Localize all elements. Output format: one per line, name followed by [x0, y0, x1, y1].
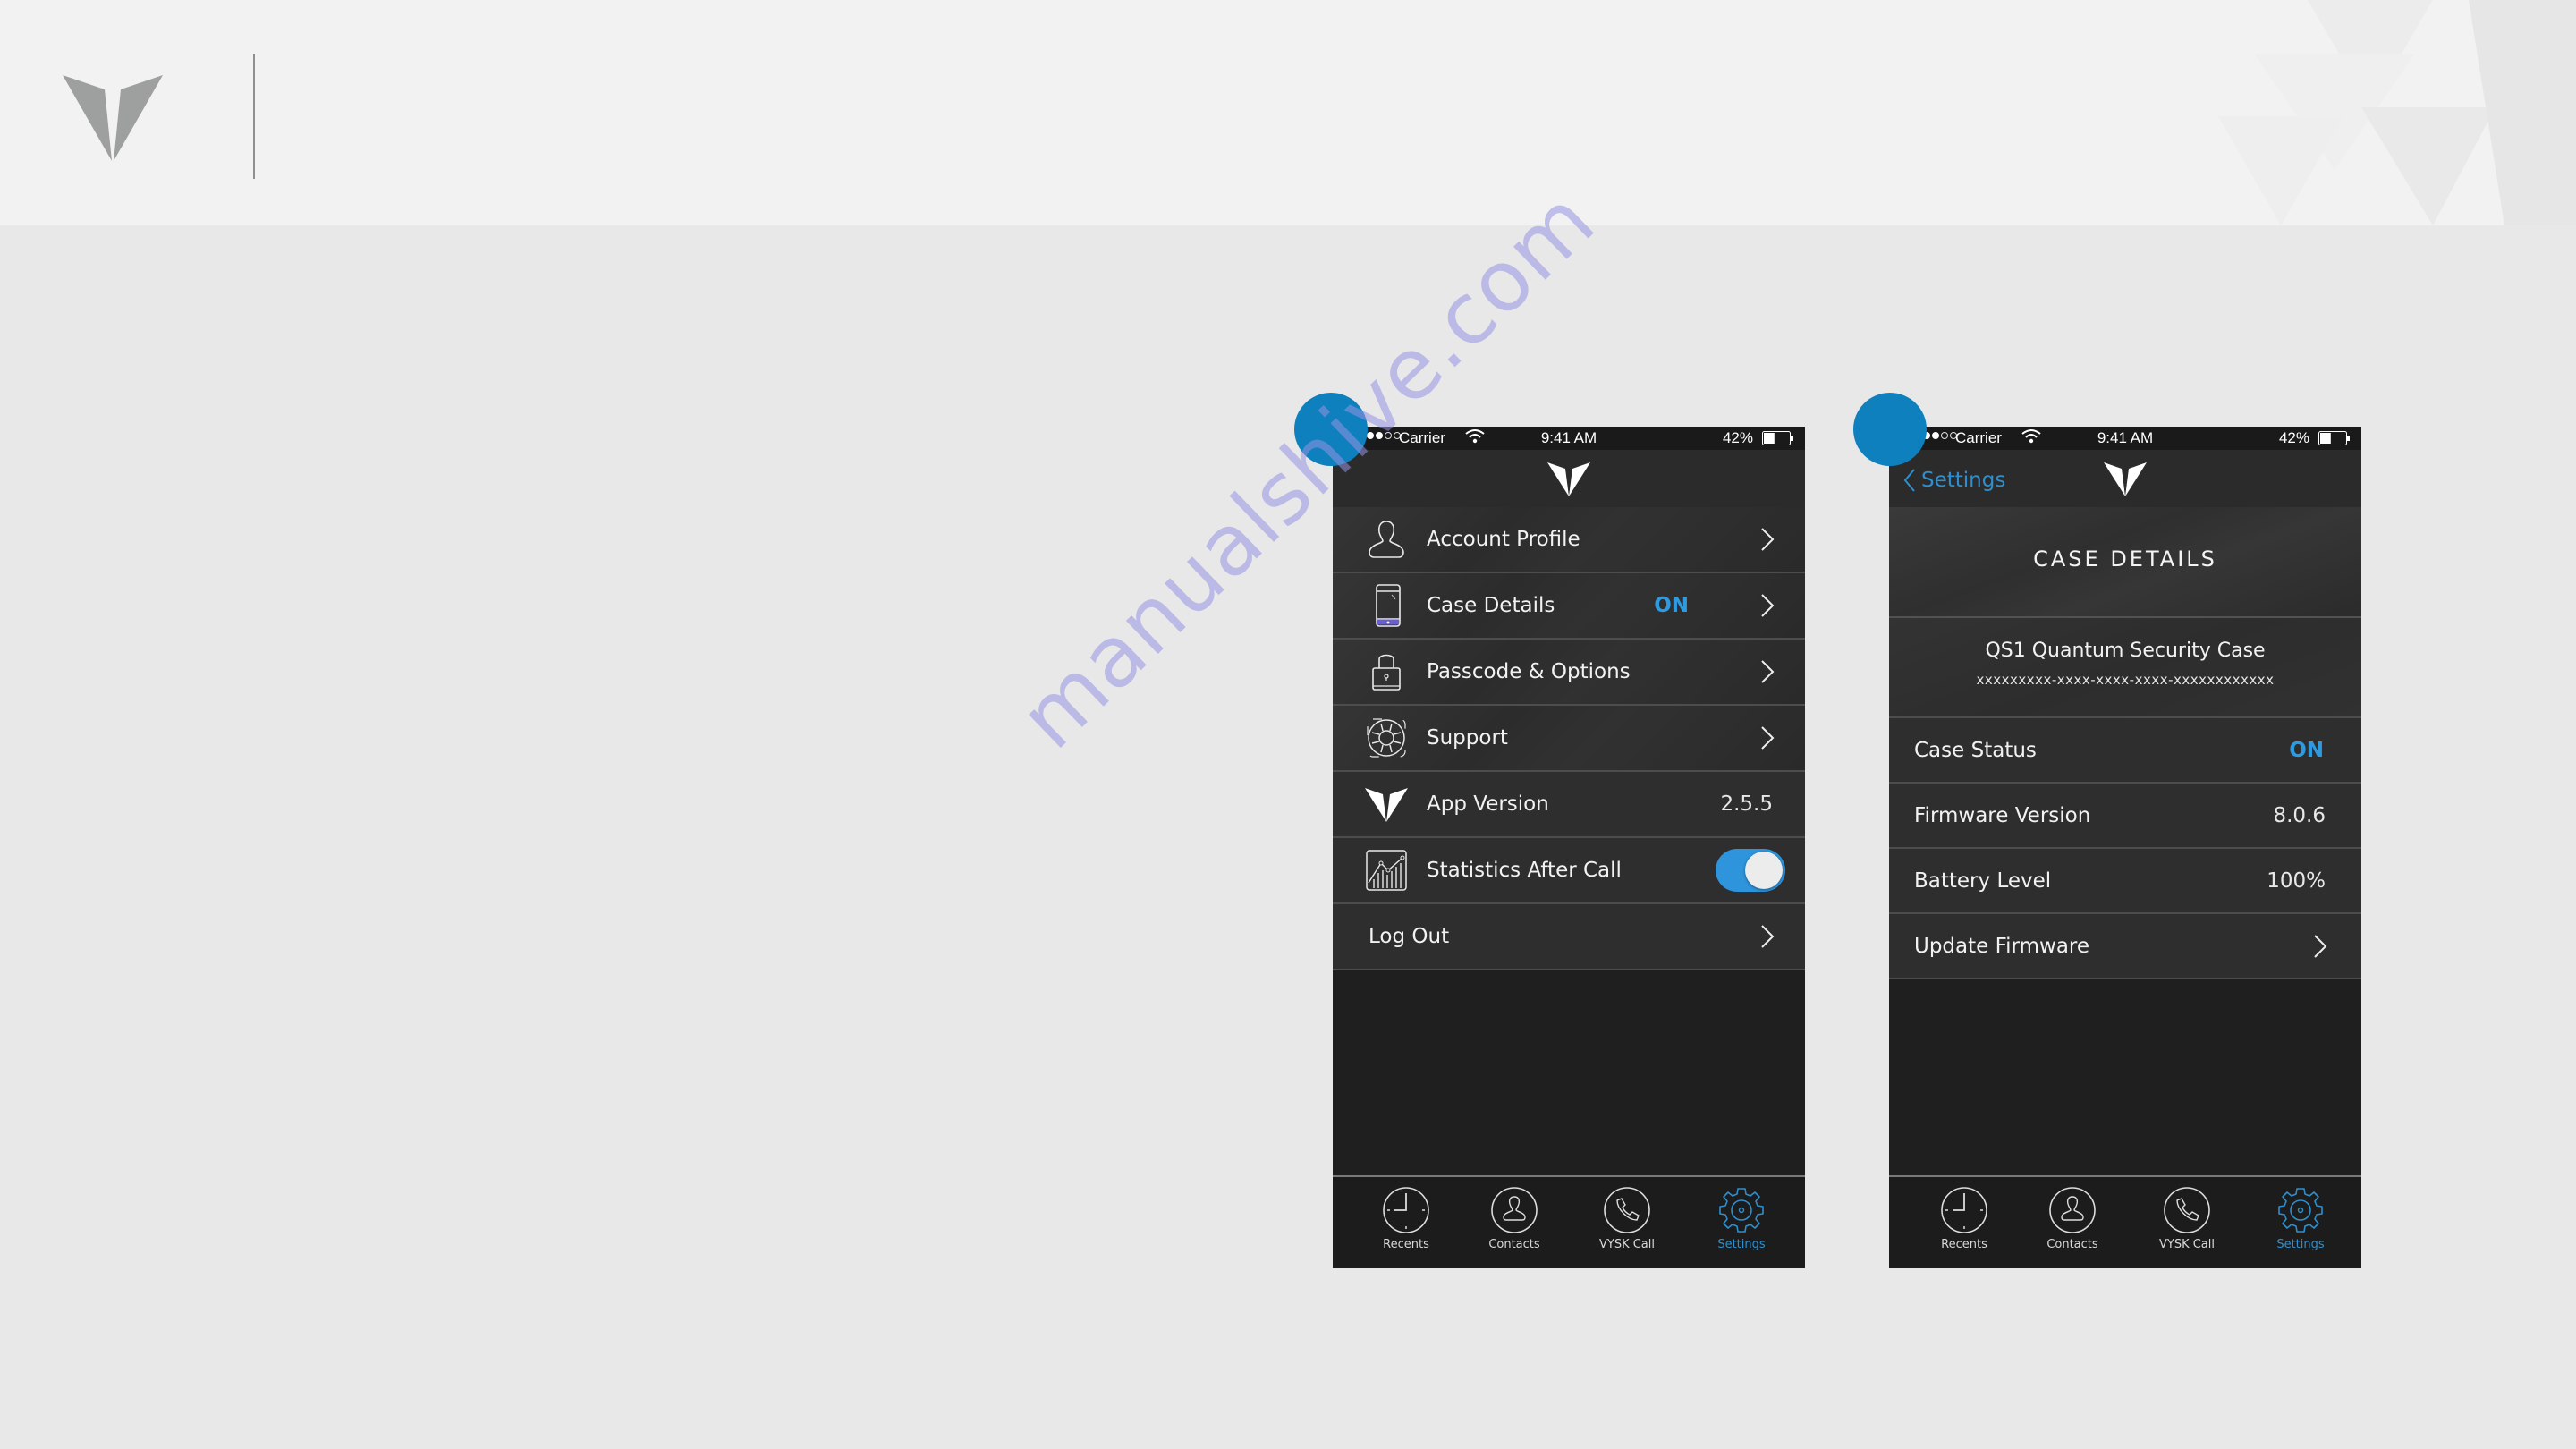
- tab-label: VYSK Call: [2158, 1238, 2215, 1251]
- row-label: Update Firmware: [1914, 934, 2090, 958]
- clock-icon: [1941, 1187, 1987, 1233]
- case-status-value: ON: [2289, 738, 2324, 762]
- case-info-card: QS1 Quantum Security Case xxxxxxxxx-xxxx…: [1889, 618, 2361, 718]
- toggle-knob: [1745, 852, 1783, 889]
- battery-percent: 42%: [1722, 429, 1753, 446]
- row-label: Statistics After Call: [1427, 859, 1622, 882]
- app-version-value: 2.5.5: [1720, 792, 1773, 816]
- chevron-right-icon: [1761, 594, 1775, 617]
- settings-row-app-version: App Version 2.5.5: [1333, 772, 1805, 838]
- top-banner: [0, 0, 2576, 225]
- chart-icon: [1366, 850, 1407, 891]
- row-label: Passcode & Options: [1427, 660, 1631, 683]
- chevron-right-icon: [1761, 726, 1775, 750]
- tab-settings[interactable]: Settings: [1697, 1186, 1786, 1251]
- case-row-firmware-version: Firmware Version 8.0.6: [1889, 784, 2361, 849]
- tab-label: Settings: [2276, 1238, 2325, 1251]
- screen-title: CASE DETAILS: [2033, 547, 2217, 572]
- vysk-logo-icon: [1547, 462, 1590, 496]
- background-pattern: [2218, 0, 2576, 225]
- brand-divider: [253, 54, 255, 179]
- tab-vysk-call[interactable]: VYSK Call: [1582, 1186, 1672, 1251]
- screen-title-banner: CASE DETAILS: [1889, 507, 2361, 618]
- battery-level-value: 100%: [2267, 869, 2326, 893]
- case-serial: xxxxxxxxx-xxxx-xxxx-xxxx-xxxxxxxxxxxx: [1976, 672, 2275, 688]
- lifebuoy-icon: [1367, 718, 1406, 758]
- row-label: Log Out: [1368, 925, 1450, 948]
- tab-contacts[interactable]: Contacts: [2028, 1186, 2117, 1251]
- back-button[interactable]: Settings: [1903, 468, 2005, 493]
- case-name: QS1 Quantum Security Case: [1985, 640, 2266, 662]
- nav-bar: [1333, 450, 1805, 507]
- row-label: Battery Level: [1914, 869, 2052, 893]
- chevron-right-icon: [1761, 660, 1775, 683]
- settings-list: Account Profile Case Details ON Passcode…: [1333, 507, 1805, 970]
- row-label: App Version: [1427, 792, 1549, 816]
- tab-label: VYSK Call: [1598, 1238, 1655, 1251]
- row-label: Case Status: [1914, 738, 2037, 762]
- phone-icon: [1376, 584, 1401, 627]
- tab-label: Recents: [1383, 1238, 1429, 1251]
- lock-icon: [1372, 654, 1401, 691]
- settings-row-statistics-after-call: Statistics After Call: [1333, 838, 1805, 904]
- case-status-badge: ON: [1654, 594, 1689, 617]
- person-icon: [1368, 521, 1404, 558]
- vysk-logo-icon: [63, 75, 163, 161]
- contact-icon: [1491, 1187, 1538, 1233]
- tab-recents[interactable]: Recents: [1919, 1186, 2009, 1251]
- battery-percent: 42%: [2278, 429, 2309, 446]
- firmware-version-value: 8.0.6: [2273, 803, 2326, 827]
- back-label: Settings: [1921, 469, 2006, 492]
- tab-label: Contacts: [1488, 1238, 1540, 1251]
- case-row-battery-level: Battery Level 100%: [1889, 849, 2361, 914]
- tab-recents[interactable]: Recents: [1361, 1186, 1451, 1251]
- statistics-toggle[interactable]: [1716, 849, 1785, 892]
- settings-row-case-details[interactable]: Case Details ON: [1333, 573, 1805, 640]
- tab-contacts[interactable]: Contacts: [1470, 1186, 1559, 1251]
- status-bar: Carrier 9:41 AM 42%: [1889, 427, 2361, 450]
- tab-vysk-call[interactable]: VYSK Call: [2142, 1186, 2232, 1251]
- case-row-status: Case Status ON: [1889, 718, 2361, 784]
- status-bar: Carrier 9:41 AM 42%: [1333, 427, 1805, 450]
- chevron-right-icon: [1761, 528, 1775, 551]
- case-details-list: Case Status ON Firmware Version 8.0.6 Ba…: [1889, 718, 2361, 979]
- battery-icon: [2318, 431, 2350, 445]
- row-label: Support: [1427, 726, 1508, 750]
- battery-icon: [1762, 431, 1793, 445]
- nav-bar: Settings: [1889, 450, 2361, 507]
- step-marker-1: [1294, 393, 1368, 466]
- settings-row-support[interactable]: Support: [1333, 706, 1805, 772]
- settings-row-log-out[interactable]: Log Out: [1333, 904, 1805, 970]
- tab-bar: Recents Contacts VYSK Call Settings: [1333, 1175, 1805, 1268]
- tab-label: Settings: [1717, 1238, 1766, 1251]
- case-row-update-firmware[interactable]: Update Firmware: [1889, 914, 2361, 979]
- tab-label: Recents: [1941, 1238, 1987, 1251]
- tab-label: Contacts: [2046, 1238, 2098, 1251]
- tab-settings[interactable]: Settings: [2256, 1186, 2345, 1251]
- chevron-left-icon: [1903, 469, 1915, 492]
- phone-call-icon: [2164, 1187, 2210, 1233]
- phone-call-icon: [1604, 1187, 1650, 1233]
- tab-bar: Recents Contacts VYSK Call Settings: [1889, 1175, 2361, 1268]
- row-label: Account Profile: [1427, 528, 1580, 551]
- vysk-logo-icon: [1365, 788, 1408, 822]
- clock-icon: [1383, 1187, 1429, 1233]
- phone-case-details-screen: Carrier 9:41 AM 42% Settings CASE DETAIL…: [1889, 427, 2361, 1268]
- gear-icon: [1719, 1188, 1764, 1233]
- settings-row-account-profile[interactable]: Account Profile: [1333, 507, 1805, 573]
- vysk-logo-icon: [2104, 462, 2147, 496]
- gear-icon: [2278, 1188, 2323, 1233]
- phone-settings-screen: Carrier 9:41 AM 42% Account Profile Case…: [1333, 427, 1805, 1268]
- row-label: Case Details: [1427, 594, 1555, 617]
- chevron-right-icon: [2314, 934, 2327, 958]
- settings-row-passcode-options[interactable]: Passcode & Options: [1333, 640, 1805, 706]
- step-marker-2: [1853, 393, 1927, 466]
- row-label: Firmware Version: [1914, 803, 2091, 827]
- chevron-right-icon: [1761, 925, 1775, 948]
- contact-icon: [2049, 1187, 2096, 1233]
